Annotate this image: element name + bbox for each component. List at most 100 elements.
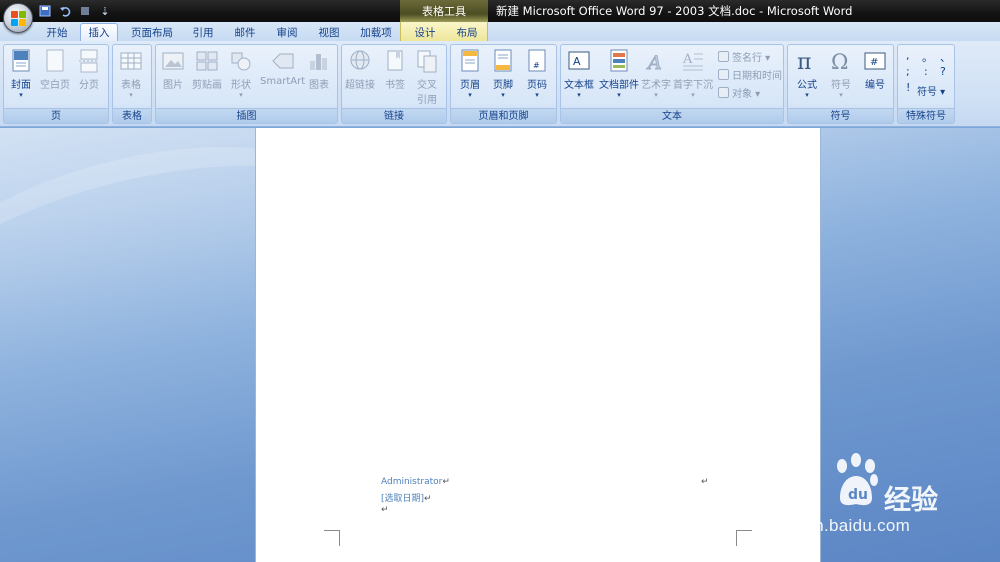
save-icon[interactable] [38, 4, 52, 18]
numbering-button[interactable]: # 编号 [864, 47, 886, 91]
undo-icon[interactable] [58, 4, 72, 18]
shapes-button[interactable]: 形状 ▾ [230, 47, 252, 99]
tab-references[interactable]: 引用 [186, 23, 220, 41]
page-number-icon: # [528, 49, 546, 72]
date-time-button[interactable]: 日期和时间 [718, 67, 782, 82]
group-label-pages: 页 [4, 108, 108, 123]
group-header-footer: 页眉 ▾ 页脚 ▾ # 页码 ▾ 页眉和页脚 [450, 44, 557, 124]
ribbon: 封面 ▾ 空白页 分页 页 表格 ▾ 表格 图片 剪贴画 形状 ▾ SmartA… [0, 41, 1000, 127]
paragraph-mark: ↵ [381, 505, 389, 515]
numbering-icon: # [864, 52, 886, 70]
wordart-icon: A [646, 52, 663, 74]
group-pages: 封面 ▾ 空白页 分页 页 [3, 44, 109, 124]
object-button[interactable]: 对象 ▾ [718, 85, 760, 100]
crop-mark-left [324, 530, 340, 546]
shapes-icon [231, 52, 251, 71]
svg-text:π: π [797, 50, 811, 73]
footer-icon [494, 49, 512, 72]
picture-icon [162, 52, 184, 70]
tab-mailings[interactable]: 邮件 [228, 23, 262, 41]
drop-cap-icon: A [682, 52, 703, 71]
drop-cap-button[interactable]: A 首字下沉 ▾ [673, 47, 713, 99]
cross-reference-button[interactable]: 交叉 引用 [416, 47, 438, 106]
omega-icon: Ω [831, 50, 848, 73]
quick-access-toolbar: ⇣ [38, 3, 112, 19]
clipart-icon [196, 51, 218, 71]
tab-table-layout[interactable]: 布局 [450, 23, 484, 41]
special-enum-comma[interactable]: 、 [940, 49, 951, 65]
special-period[interactable]: 。 [922, 49, 933, 65]
equation-button[interactable]: π 公式 ▾ [796, 47, 818, 99]
quick-parts-button[interactable]: 文档部件 ▾ [599, 47, 639, 99]
crop-mark-right [736, 530, 752, 546]
chart-icon [310, 54, 327, 70]
special-semicolon[interactable]: ; [906, 65, 910, 78]
date-placeholder[interactable]: [选取日期]↵ [381, 491, 432, 504]
blank-page-button[interactable]: 空白页 [40, 47, 70, 91]
svg-text:#: # [870, 57, 878, 68]
svg-text:A: A [682, 52, 693, 67]
date-time-icon [718, 69, 729, 80]
group-label-special-symbols: 特殊符号 [898, 108, 954, 123]
tab-page-layout[interactable]: 页面布局 [126, 23, 178, 41]
header-button[interactable]: 页眉 ▾ [459, 47, 481, 99]
cover-page-icon [12, 49, 30, 72]
pi-icon: π [797, 50, 811, 73]
page-number-button[interactable]: # 页码 ▾ [526, 47, 548, 99]
table-button[interactable]: 表格 ▾ [120, 47, 142, 99]
signature-line-button[interactable]: 签名行 ▾ [718, 49, 770, 64]
cross-reference-icon [417, 50, 437, 73]
svg-text:#: # [533, 61, 540, 70]
header-icon [461, 49, 479, 72]
customize-qat-icon[interactable]: ⇣ [98, 4, 112, 18]
svg-text:du: du [848, 487, 868, 503]
chart-button[interactable]: 图表 [308, 47, 330, 91]
redo-icon[interactable] [78, 4, 92, 18]
smartart-icon [271, 53, 294, 69]
hyperlink-globe-icon [350, 50, 370, 70]
smartart-button[interactable]: SmartArt [260, 47, 305, 87]
tab-addins[interactable]: 加载项 [354, 23, 398, 41]
group-label-symbols: 符号 [788, 108, 893, 123]
tab-home[interactable]: 开始 [38, 23, 76, 41]
bookmark-button[interactable]: 书签 [384, 47, 406, 91]
cover-page-button[interactable]: 封面 ▾ [10, 47, 32, 99]
clipart-button[interactable]: 剪贴画 [192, 47, 222, 91]
office-logo-icon [11, 11, 27, 27]
special-comma[interactable]: , [906, 49, 910, 62]
blank-page-icon [46, 49, 64, 72]
textbox-button[interactable]: A 文本框 ▾ [564, 47, 594, 99]
page-break-icon [79, 49, 99, 73]
special-exclaim[interactable]: ! [906, 81, 910, 94]
symbol-button[interactable]: Ω 符号 ▾ [830, 47, 852, 99]
tab-view[interactable]: 视图 [312, 23, 346, 41]
special-symbol-dropdown[interactable]: 符号 ▾ [917, 83, 945, 98]
document-page[interactable]: Administrator↵ ↵ [选取日期]↵ ↵ [255, 128, 821, 562]
footer-button[interactable]: 页脚 ▾ [492, 47, 514, 99]
special-colon[interactable]: : [924, 65, 928, 78]
page-break-button[interactable]: 分页 [78, 47, 100, 91]
svg-text:Ω: Ω [831, 50, 848, 73]
paragraph-mark: ↵ [701, 477, 709, 487]
group-links: 超链接 书签 交叉 引用 链接 [341, 44, 447, 124]
group-text: A 文本框 ▾ 文档部件 ▾ A 艺术字 ▾ A 首字下沉 ▾ 签名行 ▾ 日期和时间 … [560, 44, 784, 124]
baidu-jingyan-watermark: Bai du 经验 jingyan.baidu.com [766, 452, 996, 552]
author-text[interactable]: Administrator↵ [381, 477, 450, 487]
title-bar: ⇣ 表格工具 新建 Microsoft Office Word 97 - 200… [0, 0, 1000, 22]
window-title: 新建 Microsoft Office Word 97 - 2003 文档.do… [496, 4, 853, 18]
group-label-text: 文本 [561, 108, 783, 123]
tab-insert[interactable]: 插入 [80, 23, 118, 41]
hyperlink-button[interactable]: 超链接 [345, 47, 375, 91]
wordart-button[interactable]: A 艺术字 ▾ [641, 47, 671, 100]
office-button[interactable] [3, 3, 33, 33]
group-label-header-footer: 页眉和页脚 [451, 108, 556, 123]
group-symbols: π 公式 ▾ Ω 符号 ▾ # 编号 符号 [787, 44, 894, 124]
tab-table-design[interactable]: 设计 [408, 23, 442, 41]
svg-text:A: A [646, 52, 662, 73]
tab-review[interactable]: 审阅 [270, 23, 304, 41]
picture-button[interactable]: 图片 [162, 47, 184, 91]
textbox-icon: A [568, 51, 590, 70]
bookmark-icon [387, 50, 403, 71]
special-question[interactable]: ? [940, 65, 946, 78]
ribbon-tabs: 开始 插入 页面布局 引用 邮件 审阅 视图 加载项 设计 布局 [0, 22, 1000, 41]
